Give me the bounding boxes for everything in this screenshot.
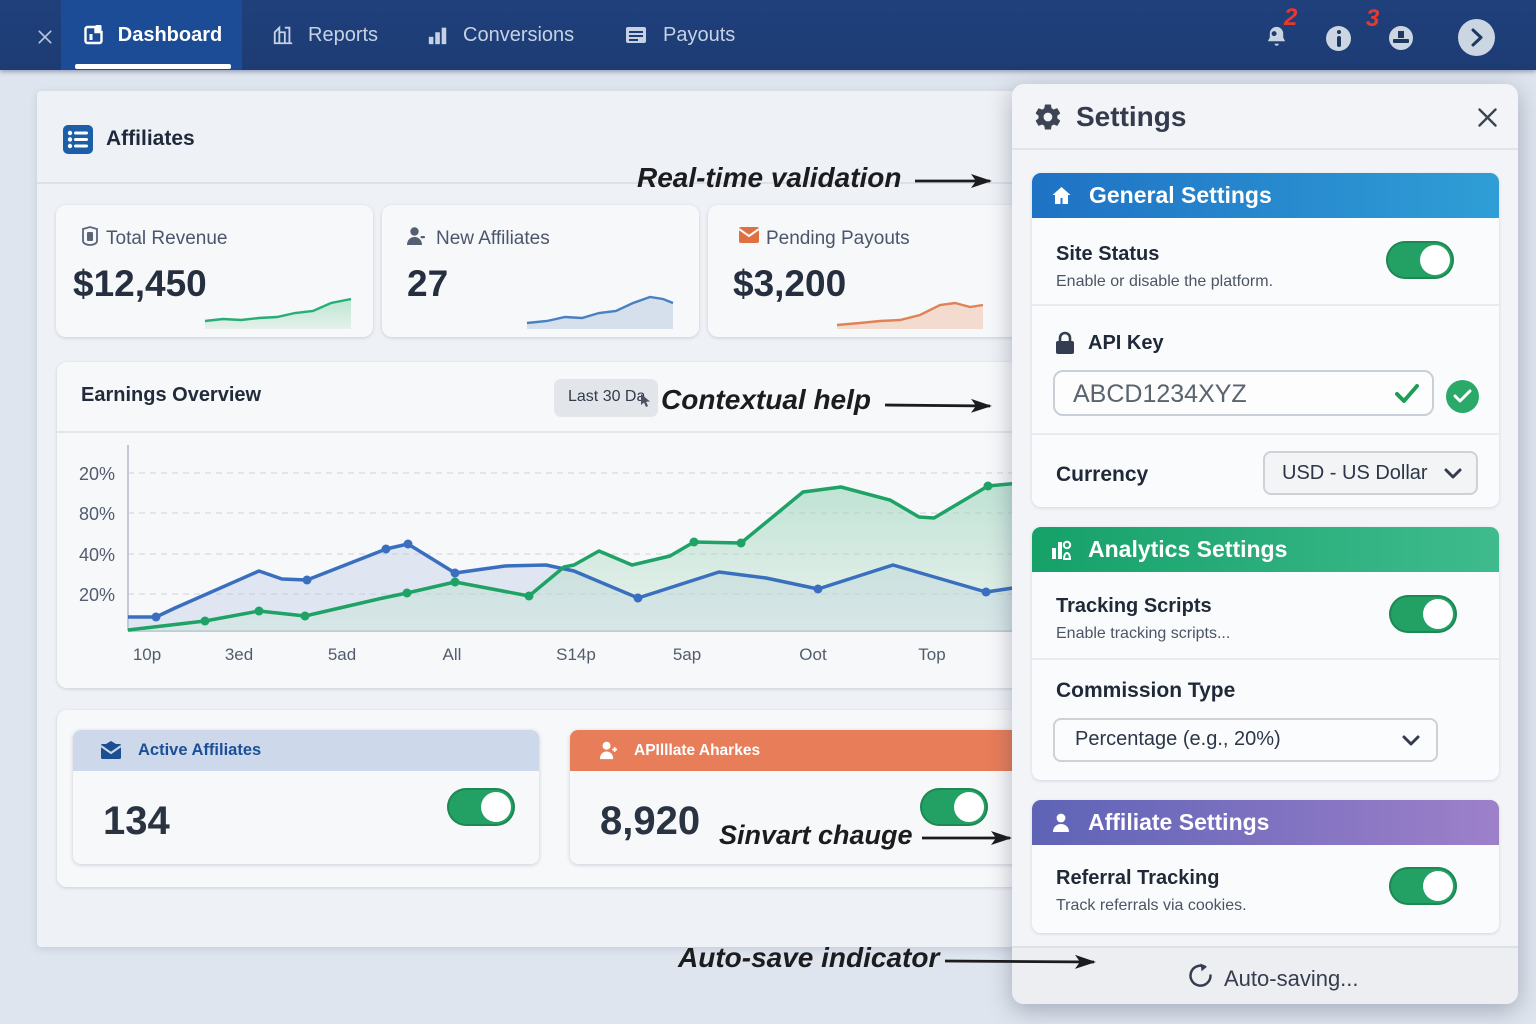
svg-text:10p: 10p (133, 645, 161, 664)
svg-text:80%: 80% (79, 504, 115, 524)
svg-text:20%: 20% (79, 585, 115, 605)
svg-text:20%: 20% (79, 464, 115, 484)
svg-text:5ad: 5ad (328, 645, 356, 664)
svg-text:Top: Top (918, 645, 945, 664)
svg-text:All: All (443, 645, 462, 664)
svg-text:3ed: 3ed (225, 645, 253, 664)
svg-text:Oot: Oot (799, 645, 827, 664)
svg-text:40%: 40% (79, 545, 115, 565)
svg-text:S14p: S14p (556, 645, 596, 664)
svg-text:5ap: 5ap (673, 645, 701, 664)
